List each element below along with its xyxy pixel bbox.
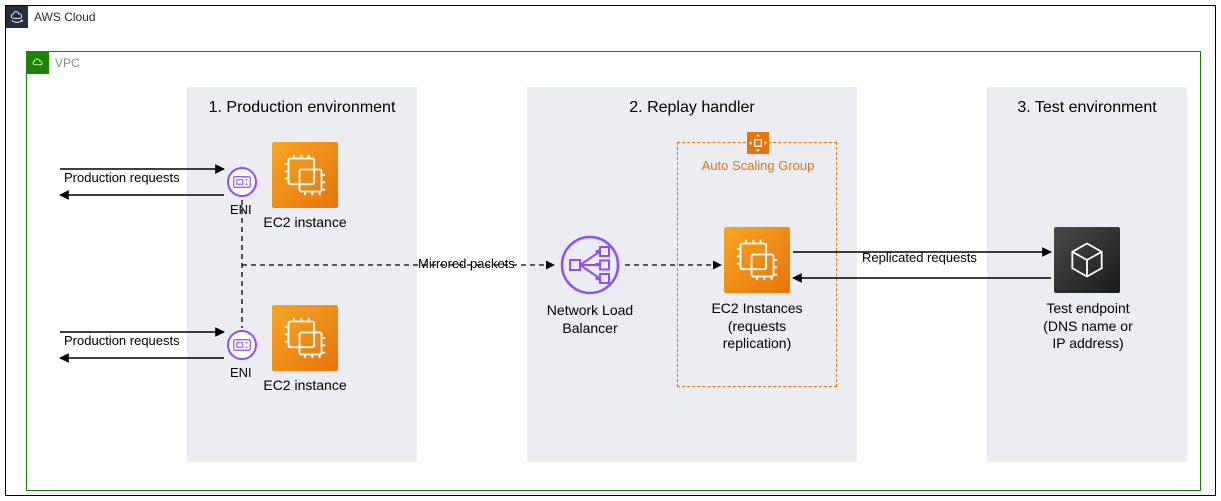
ec2-icon <box>272 142 338 208</box>
nlb-label: Network Load Balancer <box>539 302 641 337</box>
nlb-icon <box>557 232 623 298</box>
eni-label: ENI <box>230 365 252 380</box>
replicated-label: Replicated requests <box>862 250 977 265</box>
ec2-label: EC2 instance <box>259 377 351 395</box>
vpc-label: VPC <box>55 56 80 70</box>
eni-icon <box>227 167 257 197</box>
prod-req-label: Production requests <box>64 333 180 348</box>
prod-req-label: Production requests <box>64 170 180 185</box>
eni-label: ENI <box>230 202 252 217</box>
eni-icon <box>227 330 257 360</box>
aws-cloud-icon <box>6 6 28 28</box>
aws-label: AWS Cloud <box>34 10 96 24</box>
zone-test-title: 3. Test environment <box>987 87 1187 117</box>
asg-icon <box>747 132 769 154</box>
aws-header: AWS Cloud <box>6 6 96 28</box>
vpc-icon <box>27 52 49 74</box>
vpc-container: VPC 1. Production environment 2. Replay … <box>26 51 1201 491</box>
ec2-icon <box>272 305 338 371</box>
ec2-label: EC2 instance <box>259 214 351 232</box>
mirrored-label: Mirrored packets <box>418 256 515 271</box>
ec2-replication-icon <box>724 227 790 293</box>
diagram-canvas: AWS Cloud VPC 1. Production environment … <box>0 0 1221 501</box>
zone-replay-title: 2. Replay handler <box>527 87 857 117</box>
vpc-header: VPC <box>27 52 80 74</box>
asg-label: Auto Scaling Group <box>678 158 838 173</box>
endpoint-label: Test endpoint (DNS name or IP address) <box>1034 300 1142 353</box>
endpoint-icon <box>1054 227 1120 293</box>
aws-cloud-container: AWS Cloud VPC 1. Production environment … <box>5 5 1216 496</box>
zone-production-title: 1. Production environment <box>187 87 417 117</box>
ec2-replication-label: EC2 Instances (requests replication) <box>707 300 807 353</box>
